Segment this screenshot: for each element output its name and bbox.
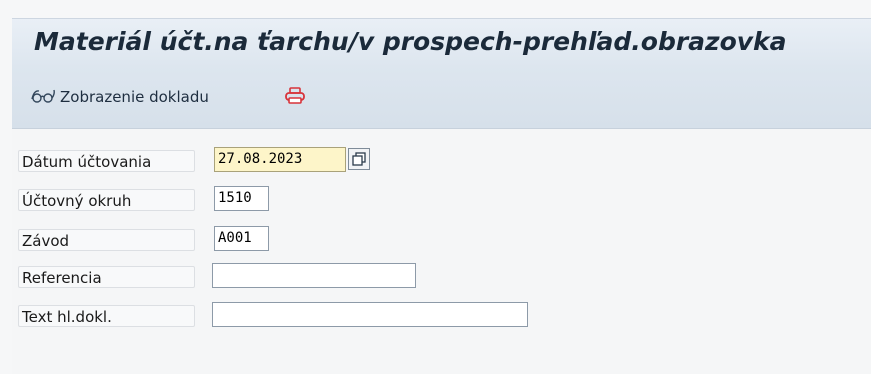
header-text-field[interactable] bbox=[212, 302, 528, 327]
display-document-button[interactable]: Zobrazenie dokladu bbox=[30, 87, 209, 107]
page-title: Materiál účt.na ťarchu/v prospech-prehľa… bbox=[34, 27, 787, 56]
reference-label: Referencia bbox=[18, 266, 195, 288]
display-document-label: Zobrazenie dokladu bbox=[60, 88, 209, 106]
company-code-field[interactable]: 1510 bbox=[214, 186, 269, 211]
company-code-label: Účtovný okruh bbox=[18, 189, 195, 211]
printer-icon bbox=[285, 87, 305, 104]
posting-date-label: Dátum účtovania bbox=[18, 150, 195, 172]
plant-label: Závod bbox=[18, 229, 195, 251]
calendar-help-button[interactable] bbox=[348, 148, 370, 170]
main-form: Dátum účtovania 27.08.2023 Účtovný okruh… bbox=[12, 129, 871, 374]
title-bar: Materiál účt.na ťarchu/v prospech-prehľa… bbox=[12, 18, 871, 67]
posting-date-field[interactable]: 27.08.2023 bbox=[214, 147, 346, 172]
reference-field[interactable] bbox=[212, 263, 416, 288]
copy-icon bbox=[352, 152, 366, 166]
header-text-label: Text hl.dokl. bbox=[18, 305, 195, 327]
glasses-icon bbox=[30, 86, 58, 108]
toolbar: Zobrazenie dokladu bbox=[12, 66, 871, 129]
print-button[interactable] bbox=[284, 86, 306, 106]
plant-field[interactable]: A001 bbox=[214, 226, 269, 251]
